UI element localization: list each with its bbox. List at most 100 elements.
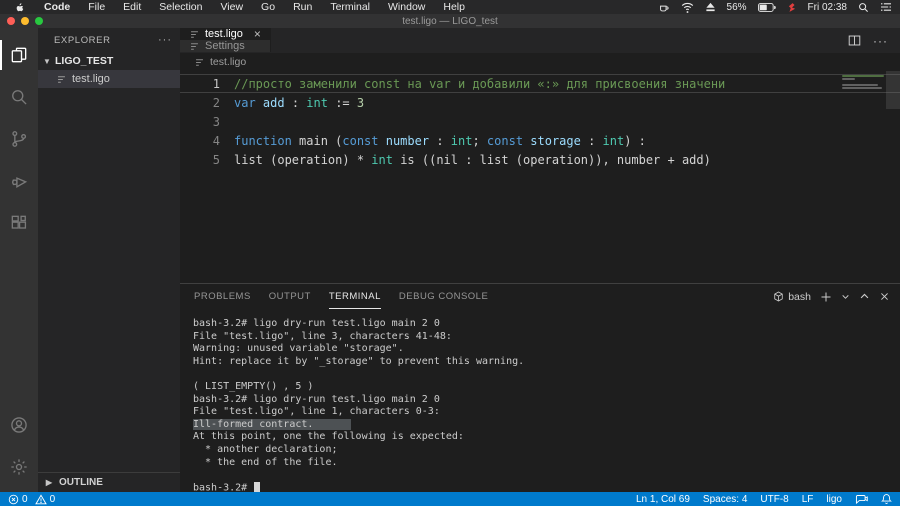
terminal-line: Hint: replace it by "_storage" to preven… — [193, 356, 900, 369]
code-line[interactable]: 2var add : int := 3 — [180, 93, 900, 112]
macos-menu-bar: CodeFileEditSelectionViewGoRunTerminalWi… — [0, 0, 900, 14]
maximize-panel-icon[interactable] — [859, 291, 870, 302]
breadcrumb[interactable]: test.ligo — [180, 53, 900, 71]
activity-accounts[interactable] — [0, 404, 38, 446]
bell-icon[interactable] — [881, 493, 892, 505]
code-text: //просто заменили const на var и добавил… — [220, 75, 725, 92]
shell-selector[interactable]: bash — [773, 291, 811, 303]
eject-icon[interactable] — [705, 2, 716, 12]
apple-icon[interactable] — [14, 1, 25, 13]
status-language-mode[interactable]: ligo — [826, 494, 842, 505]
panel-tab-output[interactable]: OUTPUT — [269, 284, 311, 309]
spotlight-search-icon[interactable] — [858, 2, 869, 13]
close-window-button[interactable] — [7, 17, 15, 25]
activity-settings[interactable] — [0, 446, 38, 488]
terminal-line: Warning: unused variable "storage". — [193, 343, 900, 356]
menu-item-go[interactable]: Go — [252, 1, 284, 13]
outline-section[interactable]: ▶ OUTLINE — [38, 472, 180, 492]
menu-item-file[interactable]: File — [79, 1, 114, 13]
sidebar-title: EXPLORER — [54, 35, 111, 46]
bottom-panel: PROBLEMS OUTPUT TERMINAL DEBUG CONSOLE bash — [180, 283, 900, 492]
terminal-cursor — [254, 482, 260, 492]
panel-tab-terminal[interactable]: TERMINAL — [329, 284, 381, 309]
status-encoding[interactable]: UTF-8 — [760, 494, 788, 505]
close-panel-icon[interactable] — [879, 291, 890, 302]
line-number: 5 — [180, 151, 220, 168]
zoom-window-button[interactable] — [35, 17, 43, 25]
coffee-icon[interactable] — [658, 2, 670, 13]
terminal-line — [193, 469, 900, 482]
minimap[interactable] — [842, 75, 886, 90]
new-terminal-icon[interactable] — [820, 291, 832, 303]
code-editor[interactable]: 1//просто заменили const на var и добави… — [180, 71, 900, 283]
red-app-icon[interactable] — [787, 2, 797, 13]
menu-item-run[interactable]: Run — [284, 1, 321, 13]
split-editor-icon[interactable] — [848, 34, 861, 47]
terminal-line: ( LIST_EMPTY() , 5 ) — [193, 381, 900, 394]
code-line[interactable]: 4function main (const number : int; cons… — [180, 131, 900, 150]
terminal-line: Ill-formed contract. — [193, 419, 900, 432]
activity-source-control[interactable] — [0, 118, 38, 160]
problems-status[interactable]: 0 0 — [8, 494, 55, 505]
menu-item-view[interactable]: View — [211, 1, 252, 13]
editor-scrollbar[interactable] — [886, 71, 900, 283]
feedback-icon[interactable] — [855, 494, 868, 505]
line-number: 4 — [180, 132, 220, 149]
code-text: var add : int := 3 — [220, 94, 364, 111]
more-actions-icon[interactable]: ··· — [873, 34, 888, 48]
terminal-line — [193, 368, 900, 381]
activity-explorer[interactable] — [0, 34, 38, 76]
panel-tab-problems[interactable]: PROBLEMS — [194, 284, 251, 309]
tab-label: test.ligo — [205, 28, 243, 40]
file-icon — [194, 57, 205, 68]
sidebar-more-actions-button[interactable]: ··· — [158, 34, 172, 46]
battery-icon[interactable] — [758, 3, 776, 12]
status-bar: 0 0 Ln 1, Col 69 Spaces: 4 UTF-8 LF ligo — [0, 492, 900, 506]
menu-item-edit[interactable]: Edit — [114, 1, 150, 13]
terminal-shell-icon — [773, 291, 784, 302]
file-name: test.ligo — [72, 73, 110, 85]
menu-clock[interactable]: Fri 02:38 — [808, 2, 847, 13]
code-line[interactable]: 1//просто заменили const на var и добави… — [180, 74, 900, 93]
terminal-line: * another declaration; — [193, 444, 900, 457]
menu-item-selection[interactable]: Selection — [150, 1, 211, 13]
terminal-output[interactable]: bash-3.2# ligo dry-run test.ligo main 2 … — [180, 309, 900, 492]
status-indentation[interactable]: Spaces: 4 — [703, 494, 747, 505]
window-title-bar[interactable]: test.ligo — LIGO_test — [0, 14, 900, 28]
menu-item-help[interactable]: Help — [434, 1, 474, 13]
file-item-test.ligo[interactable]: test.ligo — [38, 70, 180, 88]
panel-tab-debug-console[interactable]: DEBUG CONSOLE — [399, 284, 488, 309]
account-icon — [9, 415, 29, 435]
tab-settings[interactable]: Settings — [180, 40, 271, 52]
debug-icon — [9, 171, 29, 191]
window-title: test.ligo — LIGO_test — [402, 16, 498, 27]
terminal-line: File "test.ligo", line 3, characters 41-… — [193, 331, 900, 344]
folder-section-ligo-test[interactable]: ▼ LIGO_TEST — [38, 52, 180, 70]
close-tab-icon[interactable]: × — [254, 28, 261, 40]
activity-extensions[interactable] — [0, 202, 38, 244]
code-line[interactable]: 3 — [180, 112, 900, 131]
menu-item-code[interactable]: Code — [35, 1, 79, 13]
activity-search[interactable] — [0, 76, 38, 118]
line-number: 3 — [180, 113, 220, 130]
files-icon — [9, 45, 29, 65]
code-line[interactable]: 5list (operation) * int is ((nil : list … — [180, 150, 900, 169]
control-center-icon[interactable] — [880, 2, 892, 12]
battery-percent: 56% — [727, 2, 747, 13]
terminal-line: bash-3.2# — [193, 482, 900, 492]
status-cursor-position[interactable]: Ln 1, Col 69 — [636, 494, 690, 505]
file-icon — [189, 41, 200, 52]
chevron-down-icon: ▼ — [41, 57, 53, 66]
chevron-down-icon[interactable] — [841, 292, 850, 301]
minimize-window-button[interactable] — [21, 17, 29, 25]
menu-item-terminal[interactable]: Terminal — [321, 1, 379, 13]
source-control-icon — [9, 129, 29, 149]
code-text: list (operation) * int is ((nil : list (… — [220, 151, 711, 168]
status-eol[interactable]: LF — [802, 494, 814, 505]
menu-item-window[interactable]: Window — [379, 1, 434, 13]
activity-run-debug[interactable] — [0, 160, 38, 202]
tab-label: Settings — [205, 40, 245, 52]
wifi-icon[interactable] — [681, 2, 694, 13]
editor-tab-bar: test.ligo × Settings ··· — [180, 28, 900, 53]
tab-test-ligo[interactable]: test.ligo × — [180, 28, 271, 40]
